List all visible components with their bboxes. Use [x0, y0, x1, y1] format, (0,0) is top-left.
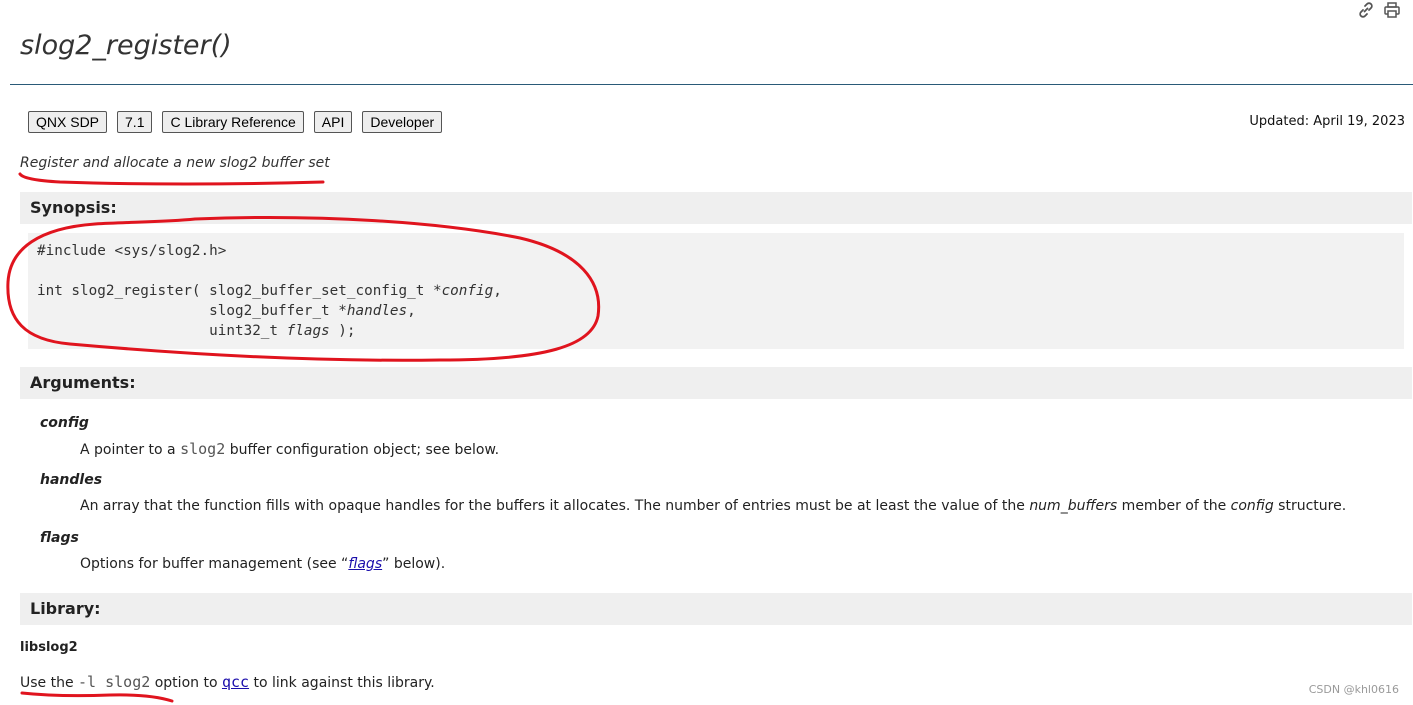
watermark: CSDN @khl0616 [1308, 683, 1399, 696]
arg-desc-text: structure. [1273, 498, 1347, 514]
param-config-type: slog2_buffer_set_config_t * [209, 283, 442, 299]
param-flags-type: uint32_t [209, 323, 287, 339]
badge-version[interactable]: 7.1 [117, 111, 153, 133]
arg-term-handles: handles [40, 472, 103, 488]
em-config: config [1230, 498, 1274, 514]
arg-desc-text: Options for buffer management (see “ [80, 556, 349, 572]
badge-c-library-reference[interactable]: C Library Reference [162, 111, 304, 133]
em-num-buffers: num_buffers [1029, 498, 1118, 514]
usage-text: option to [150, 675, 222, 691]
badge-api[interactable]: API [313, 111, 353, 133]
arg-desc-text: ” below). [382, 556, 446, 572]
param-config-name: config [441, 283, 494, 299]
page-tools [1357, 1, 1401, 19]
code-slog2: slog2 [180, 440, 226, 458]
link-icon[interactable] [1357, 1, 1375, 19]
page-title: slog2_register() [20, 30, 232, 61]
synopsis-code: #include <sys/slog2.h> int slog2_registe… [28, 233, 1404, 349]
flags-link[interactable]: flags [348, 556, 382, 572]
arg-desc-handles: An array that the function fills with op… [80, 498, 1346, 514]
arg-desc-text: An array that the function fills with op… [80, 498, 1030, 514]
badge-qnx-sdp[interactable]: QNX SDP [28, 111, 108, 133]
param-handles-name: handles [346, 303, 408, 319]
param-comma: , [407, 303, 416, 319]
annotation-underline-library-usage [20, 691, 174, 703]
synopsis-heading: Synopsis: [20, 192, 1412, 224]
badge-developer[interactable]: Developer [362, 111, 443, 133]
annotation-underline-description [18, 172, 325, 186]
param-comma: , [493, 283, 502, 299]
code-l-slog2: -l slog2 [78, 673, 151, 691]
library-usage: Use the -l slog2 option to qcc to link a… [20, 673, 435, 691]
usage-text: to link against this library. [249, 675, 435, 691]
qcc-link[interactable]: qcc [222, 673, 249, 691]
arg-desc-text: buffer configuration object; see below. [225, 442, 500, 458]
usage-text: Use the [20, 675, 79, 691]
arg-term-config: config [40, 415, 89, 431]
param-handles-type: slog2_buffer_t * [209, 303, 347, 319]
title-divider [10, 84, 1413, 85]
arg-desc-flags: Options for buffer management (see “flag… [80, 556, 445, 572]
include-line: #include <sys/slog2.h> [37, 243, 227, 259]
topic-badges: QNX SDP 7.1 C Library Reference API Deve… [28, 111, 443, 133]
param-flags-name: flags [286, 323, 330, 339]
arg-desc-text: member of the [1117, 498, 1231, 514]
library-heading: Library: [20, 593, 1412, 625]
updated-date: Updated: April 19, 2023 [1249, 114, 1405, 129]
library-name: libslog2 [20, 640, 78, 655]
func-prefix: int slog2_register( [37, 283, 210, 299]
short-description: Register and allocate a new slog2 buffer… [20, 155, 330, 171]
arg-desc-text: A pointer to a [80, 442, 181, 458]
print-icon[interactable] [1383, 1, 1401, 19]
func-suffix: ); [329, 323, 356, 339]
arg-term-flags: flags [40, 530, 79, 546]
arguments-heading: Arguments: [20, 367, 1412, 399]
arg-desc-config: A pointer to a slog2 buffer configuratio… [80, 440, 499, 458]
